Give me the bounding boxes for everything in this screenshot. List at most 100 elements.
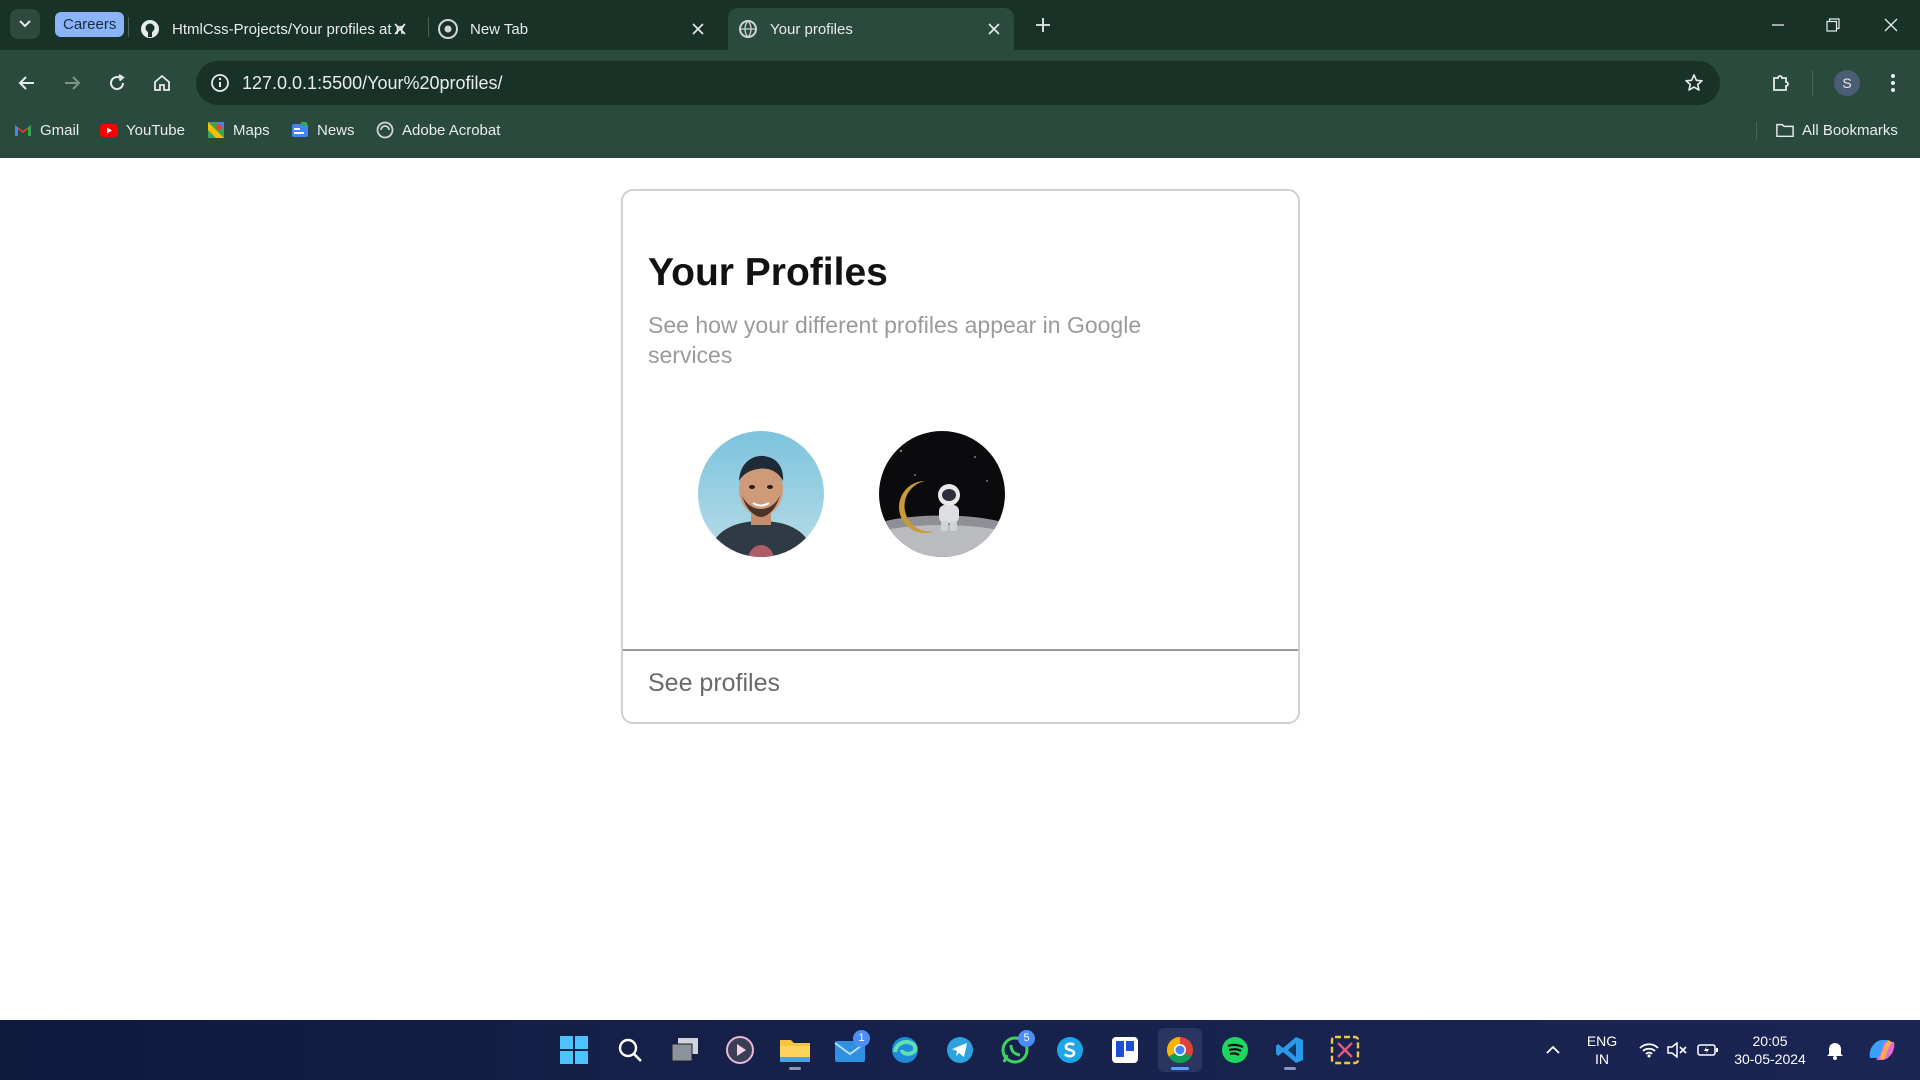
whatsapp-badge: 5 (1018, 1030, 1035, 1047)
bookmarks-bar: Gmail YouTube Maps News Adobe Acrobat Al… (0, 114, 1920, 146)
clock-date: 30-05-2024 (1734, 1051, 1806, 1067)
arrow-left-icon (18, 76, 34, 90)
language-label: ENG (1586, 1033, 1618, 1049)
globe-icon (738, 19, 758, 39)
tab-your-profiles[interactable]: Your profiles (728, 8, 1014, 50)
close-icon[interactable] (984, 19, 1004, 39)
tab-search-button[interactable] (10, 9, 40, 39)
profiles-card: Your Profiles See how your different pro… (621, 189, 1300, 724)
telegram-icon (947, 1037, 973, 1063)
close-icon (1884, 18, 1898, 32)
profile-avatar: S (1834, 70, 1860, 96)
astronaut-moon-photo-icon (879, 431, 1005, 557)
youtube-icon (100, 121, 118, 139)
see-profiles-link[interactable]: See profiles (648, 669, 780, 698)
task-view-button[interactable] (663, 1028, 707, 1072)
bookmark-maps[interactable]: Maps (207, 118, 270, 142)
bookmark-label: Gmail (40, 121, 80, 139)
taskbar-chrome[interactable] (1158, 1028, 1202, 1072)
bookmark-label: Adobe Acrobat (402, 121, 501, 139)
profile-button[interactable]: S (1830, 66, 1864, 100)
menu-button[interactable] (1876, 66, 1910, 100)
address-bar[interactable]: 127.0.0.1:5500/Your%20profiles/ (196, 61, 1720, 105)
minimize-button[interactable] (1763, 10, 1793, 40)
card-divider (623, 649, 1298, 651)
vscode-icon (1276, 1037, 1303, 1063)
home-button[interactable] (145, 66, 179, 100)
clock[interactable]: 20:05 30-05-2024 (1732, 1020, 1808, 1080)
trello-icon (1112, 1037, 1138, 1063)
tab-title: New Tab (470, 20, 529, 38)
taskbar-snipping-tool[interactable] (1323, 1028, 1367, 1072)
copilot-icon[interactable] (1862, 1020, 1902, 1080)
media-player-icon (726, 1036, 754, 1064)
bookmark-news[interactable]: News (291, 118, 355, 142)
back-button[interactable] (10, 66, 44, 100)
globe-icon (376, 121, 394, 139)
taskbar-whatsapp[interactable]: 5 (993, 1028, 1037, 1072)
profile-avatar-astronaut[interactable] (879, 431, 1005, 557)
taskbar-vscode[interactable] (1268, 1028, 1312, 1072)
taskbar-edge[interactable] (883, 1028, 927, 1072)
toolbar-divider (1812, 70, 1813, 96)
site-info-icon[interactable] (204, 67, 236, 99)
bookmark-gmail[interactable]: Gmail (14, 118, 79, 142)
profile-avatar-person[interactable] (698, 431, 824, 557)
chrome-icon (438, 19, 458, 39)
tab-new-tab[interactable]: New Tab (438, 8, 718, 50)
windows-taskbar: 1 5 ENG IN 20:05 30-05-2024 (0, 1020, 1920, 1080)
forward-button[interactable] (55, 66, 89, 100)
notifications-bell-icon[interactable] (1822, 1020, 1848, 1080)
new-tab-button[interactable] (1030, 12, 1056, 38)
restore-button[interactable] (1818, 10, 1848, 40)
puzzle-icon (1773, 75, 1789, 91)
show-hidden-icons-button[interactable] (1538, 1020, 1568, 1080)
page-subtitle: See how your different profiles appear i… (648, 312, 1142, 368)
taskbar-skype[interactable] (1048, 1028, 1092, 1072)
taskbar-mail[interactable]: 1 (828, 1028, 872, 1072)
reload-button[interactable] (100, 66, 134, 100)
wifi-icon[interactable] (1636, 1020, 1662, 1080)
battery-icon[interactable] (1694, 1020, 1722, 1080)
mail-badge: 1 (853, 1030, 870, 1047)
tab-divider (428, 17, 429, 37)
bookmark-youtube[interactable]: YouTube (100, 118, 185, 142)
extensions-button[interactable] (1764, 66, 1798, 100)
search-icon (618, 1038, 642, 1062)
reload-icon (110, 74, 125, 91)
restore-icon (1826, 18, 1840, 32)
start-button[interactable] (552, 1028, 596, 1072)
chevron-down-icon (19, 20, 31, 28)
chevron-up-icon (1546, 1045, 1560, 1054)
taskbar-media-player[interactable] (718, 1028, 762, 1072)
bookmark-label: News (317, 121, 355, 139)
url-text[interactable]: 127.0.0.1:5500/Your%20profiles/ (242, 73, 503, 94)
taskbar-file-explorer[interactable] (773, 1028, 817, 1072)
tab-group-chip[interactable]: Careers (55, 12, 125, 37)
tab-divider (128, 17, 129, 37)
window-close-button[interactable] (1876, 10, 1906, 40)
all-bookmarks-label: All Bookmarks (1802, 121, 1898, 139)
all-bookmarks-button[interactable]: All Bookmarks (1776, 118, 1898, 142)
running-indicator (1284, 1067, 1296, 1070)
search-button[interactable] (608, 1028, 652, 1072)
volume-muted-icon[interactable] (1664, 1020, 1690, 1080)
taskbar-spotify[interactable] (1213, 1028, 1257, 1072)
taskbar-trello[interactable] (1103, 1028, 1147, 1072)
close-icon[interactable] (688, 19, 708, 39)
browser-toolbar: 127.0.0.1:5500/Your%20profiles/ S Gmail … (0, 50, 1920, 158)
language-indicator[interactable]: ENG IN (1580, 1020, 1624, 1080)
taskbar-telegram[interactable] (938, 1028, 982, 1072)
tab-title: Your profiles (770, 20, 853, 38)
bookmark-adobe-acrobat[interactable]: Adobe Acrobat (376, 118, 500, 142)
tab-github[interactable]: HtmlCss-Projects/Your profiles at main (140, 8, 420, 50)
bookmark-star-icon[interactable] (1682, 71, 1706, 95)
news-icon (291, 121, 309, 139)
bookmark-label: Maps (233, 121, 270, 139)
close-icon[interactable] (390, 19, 410, 39)
plus-icon (1036, 18, 1050, 32)
github-icon (140, 19, 160, 39)
folder-icon (780, 1040, 810, 1062)
running-indicator (1171, 1067, 1189, 1070)
more-vertical-icon (1891, 74, 1895, 92)
